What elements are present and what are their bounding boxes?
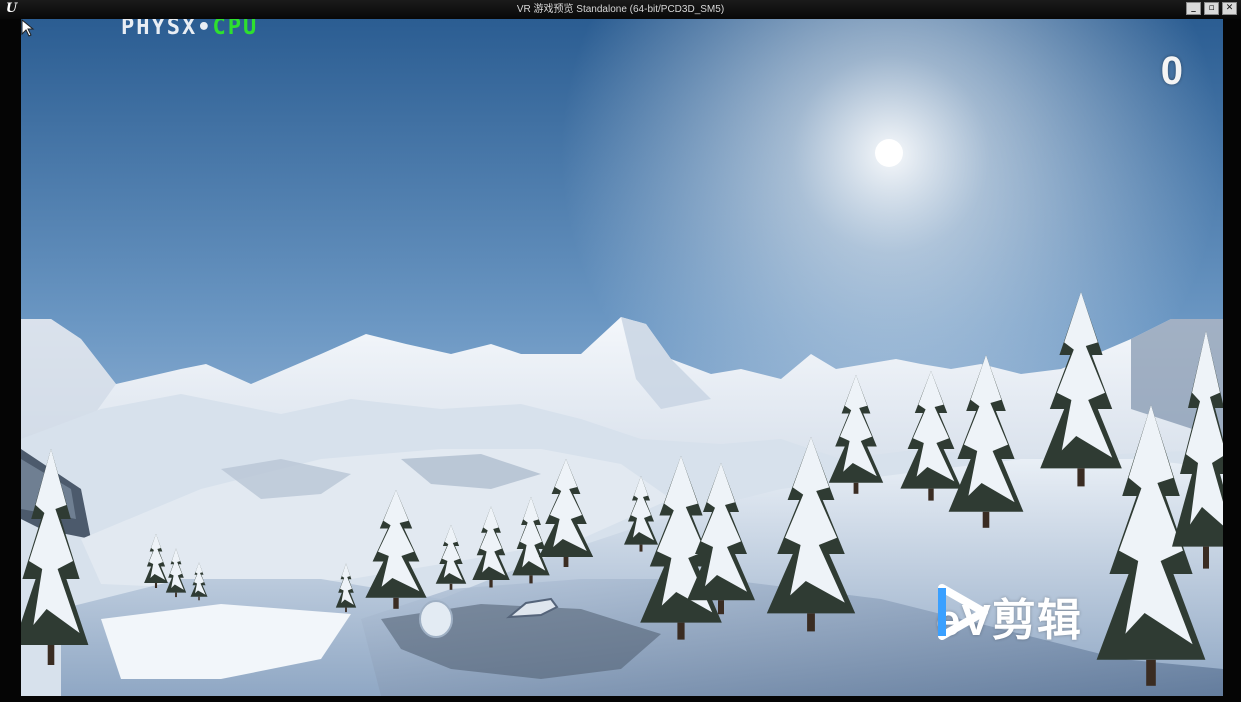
window-titlebar[interactable]: U VR 游戏预览 Standalone (64-bit/PCD3D_SM5) … — [0, 0, 1241, 19]
score-counter: 0 — [1160, 49, 1183, 93]
minimize-button[interactable]: _ — [1186, 2, 1201, 15]
physx-cpu-label: PHYSX•CPU — [121, 19, 258, 40]
window-frame-right — [1223, 19, 1241, 702]
window-frame-left — [0, 19, 21, 702]
restore-button[interactable]: ▫ — [1204, 2, 1219, 15]
cpu-label: CPU — [212, 19, 259, 40]
watermark: eV剪辑 — [936, 584, 1082, 648]
close-button[interactable]: ✕ — [1222, 2, 1237, 15]
physx-label: PHYSX — [121, 19, 198, 40]
sun-icon — [875, 139, 903, 167]
snowball-icon — [419, 600, 453, 638]
window-controls: _ ▫ ✕ — [1186, 2, 1237, 15]
separator-dot: • — [197, 19, 213, 40]
mouse-cursor-icon — [21, 19, 35, 37]
window-frame-bottom — [0, 696, 1241, 702]
window-title: VR 游戏预览 Standalone (64-bit/PCD3D_SM5) — [516, 4, 725, 15]
game-viewport[interactable]: PHYSX•CPU 0 eV剪辑 — [21, 19, 1223, 696]
play-icon — [938, 584, 988, 640]
